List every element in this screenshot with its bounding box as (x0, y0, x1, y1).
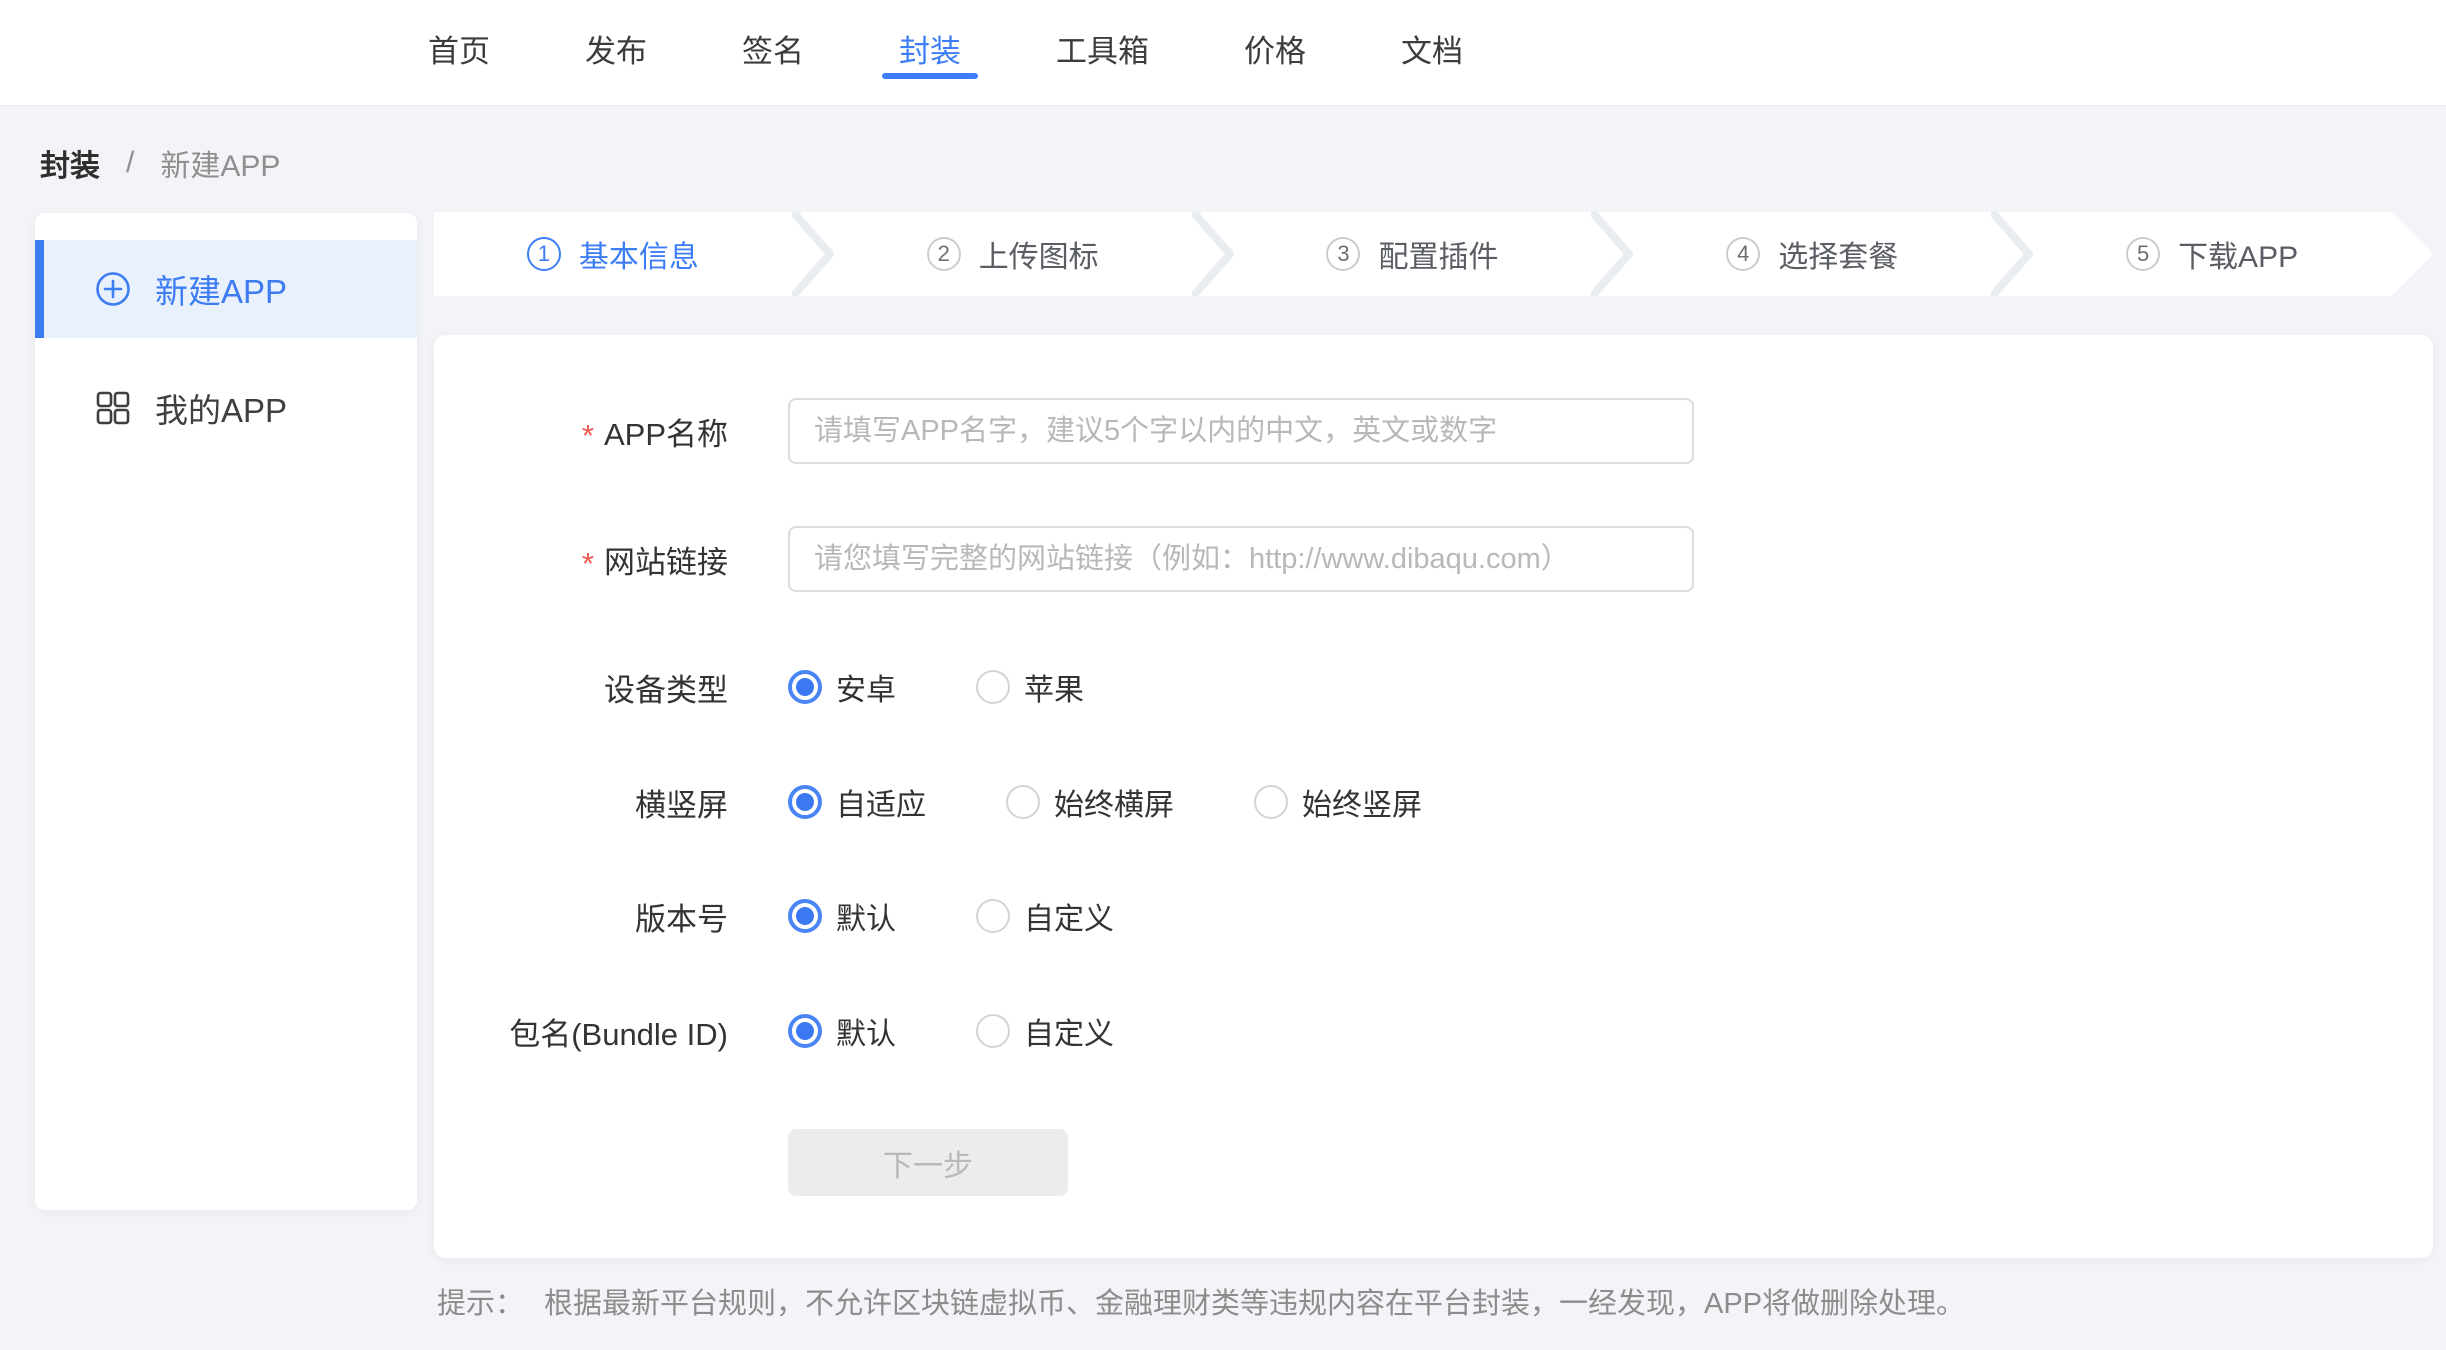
field-label: 横竖屏 (434, 780, 728, 825)
radio-option-bundle-custom[interactable]: 自定义 (976, 1009, 1114, 1053)
step-basic-info[interactable]: 1 基本信息 (434, 212, 792, 296)
form-row-bundle-id: 包名(Bundle ID) 默认 自定义 (434, 1009, 2433, 1053)
note-text: 根据最新平台规则，不允许区块链虚拟币、金融理财类等违规内容在平台封装，一经发现，… (544, 1280, 1965, 1322)
website-url-input[interactable] (788, 526, 1694, 592)
radio-unselected-icon (976, 670, 1010, 704)
radio-selected-icon (788, 1014, 822, 1048)
step-configure-plugins[interactable]: 3 配置插件 (1234, 212, 1592, 296)
radio-selected-icon (788, 670, 822, 704)
sidebar: 新建APP 我的APP (35, 213, 417, 1210)
version-radio-group: 默认 自定义 (788, 894, 1114, 938)
orientation-radio-group: 自适应 始终横屏 始终竖屏 (788, 780, 1422, 824)
platform-rule-note: 提示： 根据最新平台规则，不允许区块链虚拟币、金融理财类等违规内容在平台封装，一… (437, 1280, 1965, 1322)
field-label: * 网站链接 (434, 537, 728, 582)
radio-unselected-icon (976, 1014, 1010, 1048)
app-name-input[interactable] (788, 398, 1694, 464)
step-number-badge: 3 (1326, 237, 1360, 271)
form-row-orientation: 横竖屏 自适应 始终横屏 始终竖屏 (434, 780, 2433, 824)
top-header: 首页 发布 签名 封装 工具箱 价格 文档 (0, 0, 2446, 106)
field-label: 包名(Bundle ID) (434, 1009, 728, 1054)
next-step-button[interactable]: 下一步 (788, 1129, 1068, 1196)
sidebar-item-label: 新建APP (155, 265, 287, 313)
sidebar-item-my-apps[interactable]: 我的APP (35, 359, 417, 457)
step-wizard: 1 基本信息 2 上传图标 3 配置插件 4 选择套餐 5 下载APP (434, 212, 2433, 296)
sidebar-item-label: 我的APP (155, 384, 287, 432)
breadcrumb: 封装 / 新建APP (40, 141, 280, 185)
radio-option-android[interactable]: 安卓 (788, 665, 896, 709)
form-row-submit: 下一步 (434, 1129, 2433, 1196)
step-number-badge: 5 (2126, 237, 2160, 271)
step-choose-plan[interactable]: 4 选择套餐 (1633, 212, 1991, 296)
grid-icon (95, 390, 131, 426)
nav-item-package[interactable]: 封装 (899, 0, 961, 106)
radio-option-version-default[interactable]: 默认 (788, 894, 896, 938)
step-label: 基本信息 (579, 232, 699, 276)
radio-option-auto[interactable]: 自适应 (788, 780, 926, 824)
field-label: 版本号 (434, 894, 728, 939)
radio-option-always-portrait[interactable]: 始终竖屏 (1254, 780, 1422, 824)
chevron-right-icon (1991, 212, 2033, 296)
radio-selected-icon (788, 785, 822, 819)
step-label: 上传图标 (979, 232, 1099, 276)
nav-item-publish[interactable]: 发布 (585, 0, 647, 106)
step-label: 配置插件 (1378, 232, 1498, 276)
field-label: 设备类型 (434, 665, 728, 710)
chevron-right-icon (1192, 212, 1234, 296)
radio-option-version-custom[interactable]: 自定义 (976, 894, 1114, 938)
step-number-badge: 1 (527, 237, 561, 271)
device-type-radio-group: 安卓 苹果 (788, 665, 1084, 709)
required-asterisk: * (582, 548, 594, 579)
main-nav: 首页 发布 签名 封装 工具箱 价格 文档 (428, 0, 1463, 106)
step-upload-icon[interactable]: 2 上传图标 (834, 212, 1192, 296)
radio-selected-icon (788, 899, 822, 933)
radio-unselected-icon (1006, 785, 1040, 819)
radio-option-bundle-default[interactable]: 默认 (788, 1009, 896, 1053)
radio-unselected-icon (1254, 785, 1288, 819)
step-download-app[interactable]: 5 下载APP (2033, 212, 2391, 296)
breadcrumb-current: 新建APP (160, 141, 280, 185)
sidebar-item-new-app[interactable]: 新建APP (35, 240, 417, 338)
breadcrumb-root[interactable]: 封装 (40, 141, 100, 185)
form-row-version: 版本号 默认 自定义 (434, 894, 2433, 938)
form-card: * APP名称 * 网站链接 设备类型 安卓 苹果 横竖屏 (434, 335, 2433, 1258)
nav-item-sign[interactable]: 签名 (742, 0, 804, 106)
nav-item-pricing[interactable]: 价格 (1244, 0, 1306, 106)
form-row-device-type: 设备类型 安卓 苹果 (434, 665, 2433, 709)
step-number-badge: 2 (927, 237, 961, 271)
breadcrumb-separator: / (126, 146, 134, 180)
form-row-website-url: * 网站链接 (434, 526, 2433, 592)
note-prefix: 提示： (437, 1280, 524, 1322)
nav-item-home[interactable]: 首页 (428, 0, 490, 106)
nav-item-toolbox[interactable]: 工具箱 (1056, 0, 1149, 106)
required-asterisk: * (582, 420, 594, 451)
radio-unselected-icon (976, 899, 1010, 933)
nav-item-docs[interactable]: 文档 (1401, 0, 1463, 106)
radio-option-always-landscape[interactable]: 始终横屏 (1006, 780, 1174, 824)
plus-circle-icon (95, 271, 131, 307)
step-number-badge: 4 (1726, 237, 1760, 271)
step-label: 下载APP (2178, 232, 2298, 276)
radio-option-ios[interactable]: 苹果 (976, 665, 1084, 709)
bundle-id-radio-group: 默认 自定义 (788, 1009, 1114, 1053)
form-row-app-name: * APP名称 (434, 398, 2433, 464)
chevron-right-icon (792, 212, 834, 296)
field-label: * APP名称 (434, 409, 728, 454)
step-label: 选择套餐 (1778, 232, 1898, 276)
chevron-right-icon (1591, 212, 1633, 296)
